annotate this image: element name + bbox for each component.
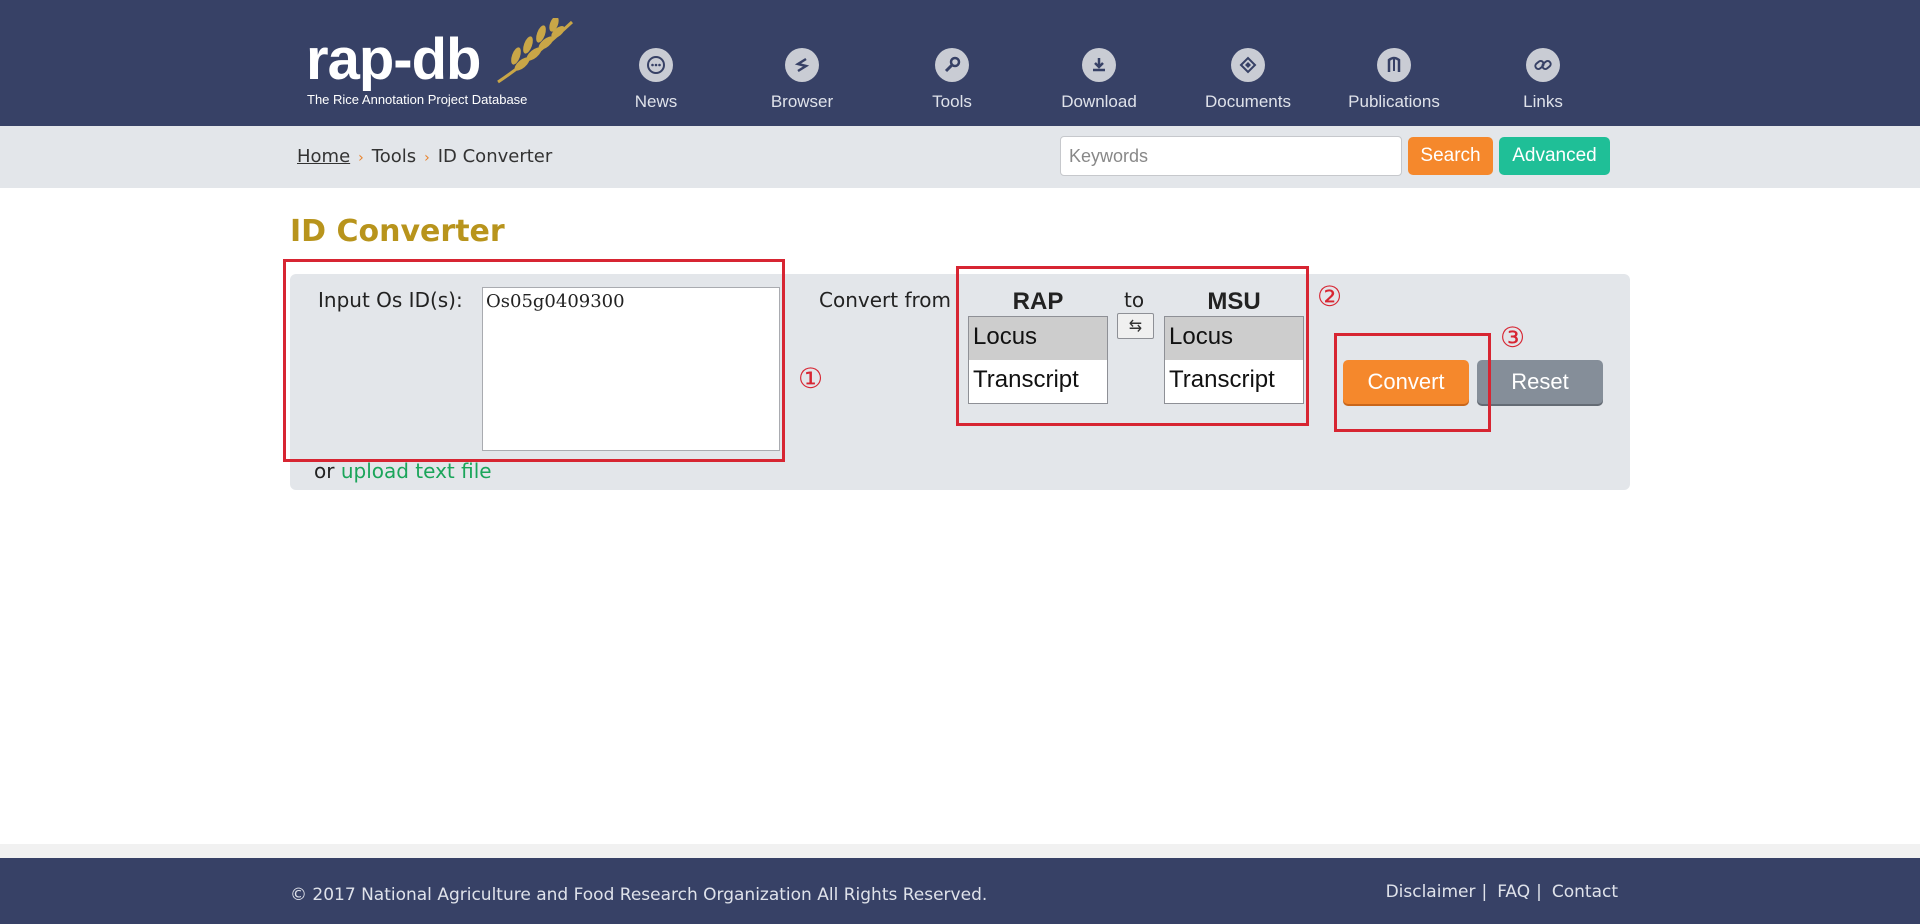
nav-label: Links	[1523, 92, 1563, 111]
link-icon	[1526, 48, 1560, 82]
annotation-number-2: ②	[1317, 280, 1343, 313]
upload-text-file-link[interactable]: upload text file	[341, 459, 492, 483]
wrench-icon	[935, 48, 969, 82]
wheat-icon	[497, 18, 574, 84]
footer-link-contact[interactable]: Contact	[1552, 882, 1618, 902]
page-title: ID Converter	[290, 214, 505, 249]
nav-news[interactable]: News	[596, 48, 716, 118]
breadcrumb-separator: ›	[358, 150, 364, 166]
nav-label: News	[634, 92, 678, 111]
nav-browser[interactable]: Browser	[742, 48, 862, 118]
download-icon	[1082, 48, 1116, 82]
rap-db-logo[interactable]: rap-db The Rice Annotation Project Datab…	[306, 18, 576, 110]
reset-button[interactable]: Reset	[1477, 360, 1603, 404]
footer-link-separator: |	[1536, 882, 1542, 902]
browser-icon	[785, 48, 819, 82]
breadcrumb: Home › Tools › ID Converter	[297, 146, 552, 167]
upload-row: or upload text file	[314, 459, 492, 483]
footer-link-separator: |	[1481, 882, 1488, 902]
breadcrumb-home[interactable]: Home	[297, 146, 350, 167]
nav-label: Download	[1061, 92, 1137, 111]
footer-link-faq[interactable]: FAQ	[1497, 882, 1530, 902]
copyright-text: © 2017 National Agriculture and Food Res…	[290, 885, 988, 905]
nav-documents[interactable]: Documents	[1188, 48, 1308, 118]
keywords-search-input[interactable]	[1060, 136, 1402, 176]
logo-subtitle: The Rice Annotation Project Database	[307, 92, 528, 107]
nav-publications[interactable]: Publications	[1334, 48, 1454, 118]
nav-links[interactable]: Links	[1483, 48, 1603, 118]
footer-divider	[0, 844, 1920, 858]
logo-text: rap-db	[306, 27, 481, 92]
nav-label: Documents	[1205, 92, 1291, 111]
footer-links: Disclaimer | FAQ | Contact	[1386, 882, 1618, 902]
annotation-number-3: ③	[1500, 321, 1526, 354]
footer-link-disclaimer[interactable]: Disclaimer	[1386, 882, 1476, 902]
search-button[interactable]: Search	[1408, 137, 1493, 175]
annotation-number-1: ①	[798, 362, 824, 395]
advanced-search-button[interactable]: Advanced	[1499, 137, 1610, 175]
breadcrumb-bar	[0, 126, 1920, 188]
nav-tools[interactable]: Tools	[892, 48, 1012, 118]
breadcrumb-separator: ›	[424, 150, 430, 166]
convert-from-label: Convert from	[819, 288, 951, 312]
nav-label: Browser	[770, 92, 834, 111]
or-text: or	[314, 459, 335, 483]
breadcrumb-tools: Tools	[371, 146, 417, 167]
annotation-box-convert-button	[1334, 333, 1491, 432]
nav-label: Publications	[1348, 92, 1440, 111]
chat-bubble-icon	[639, 48, 673, 82]
annotation-box-input	[283, 259, 785, 462]
nav-download[interactable]: Download	[1039, 48, 1159, 118]
documents-icon	[1231, 48, 1265, 82]
book-icon	[1377, 48, 1411, 82]
nav-label: Tools	[932, 92, 972, 111]
annotation-box-convert-options	[956, 266, 1309, 426]
breadcrumb-current: ID Converter	[437, 146, 553, 167]
